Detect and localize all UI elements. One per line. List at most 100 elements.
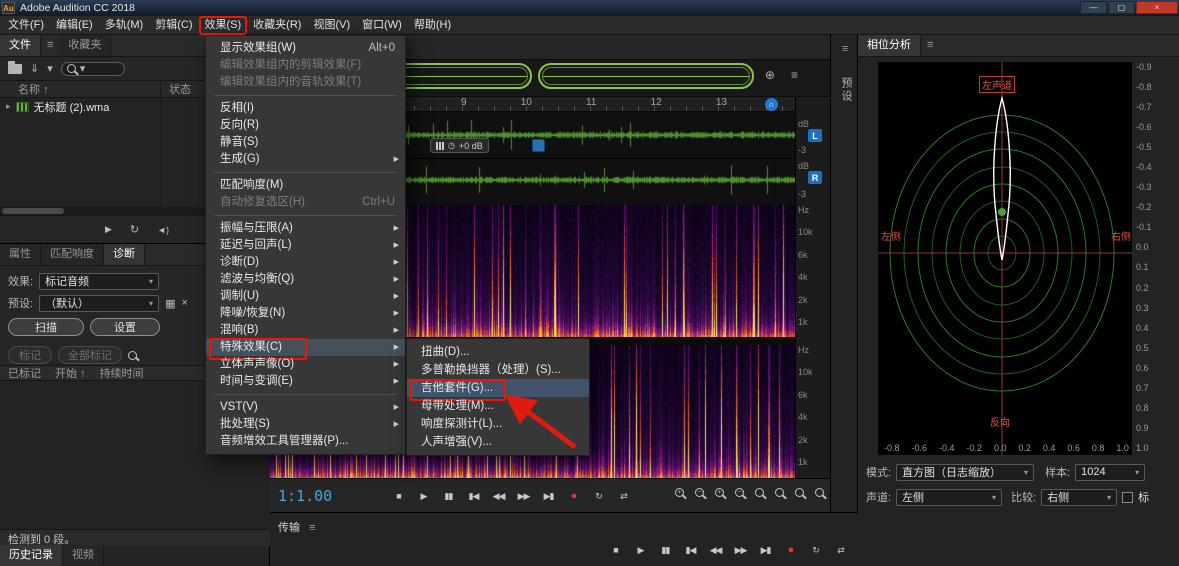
minimize-button[interactable]: — — [1080, 1, 1107, 14]
stop-button[interactable]: ■ — [605, 541, 626, 559]
delete-preset-icon[interactable]: × — [181, 297, 187, 309]
skip-back-button[interactable]: ▮◀ — [463, 487, 484, 505]
submenu-item[interactable]: 响度探测计(L)... — [407, 415, 589, 433]
mark-all-button[interactable]: 全部标记 — [58, 346, 122, 364]
effects-menu-item[interactable]: 自动修复选区(H) Ctrl+U — [206, 194, 405, 211]
effects-menu-item[interactable]: 特殊效果(C) — [206, 339, 405, 356]
stop-button[interactable]: ■ — [388, 487, 409, 505]
effects-menu-item[interactable] — [214, 394, 397, 395]
channel-right-badge[interactable]: R — [808, 171, 822, 184]
effects-menu-item[interactable]: 混响(B) — [206, 322, 405, 339]
presets-collapsed-strip[interactable]: ≡ 预设 — [830, 35, 858, 512]
menubar-item[interactable]: 编辑(E) — [50, 16, 99, 35]
effects-menu-item[interactable] — [214, 95, 397, 96]
effects-menu-item[interactable]: 生成(G) — [206, 151, 405, 168]
menubar-item[interactable]: 帮助(H) — [408, 16, 457, 35]
diagnostics-tab[interactable]: 属性 — [0, 244, 41, 265]
transport-panel-menu-icon[interactable]: ≡ — [303, 522, 321, 534]
pause-button[interactable]: ▮▮ — [438, 487, 459, 505]
menubar-item[interactable]: 文件(F) — [2, 16, 50, 35]
diagnostics-tab[interactable]: 匹配响度 — [41, 244, 104, 265]
zoom-out-time-button[interactable]: − — [695, 488, 704, 497]
effects-menu-item[interactable]: 调制(U) — [206, 288, 405, 305]
column-name[interactable]: 名称 ↑ — [0, 81, 49, 97]
fast-forward-button[interactable]: ▶▶ — [513, 487, 534, 505]
search-input[interactable]: ▾ — [61, 62, 125, 76]
bottom-tab[interactable]: 历史记录 — [0, 545, 63, 566]
effects-menu-item[interactable] — [214, 215, 397, 216]
effects-menu-item[interactable]: 批处理(S) — [206, 416, 405, 433]
menubar-item[interactable]: 剪辑(C) — [149, 16, 198, 35]
loop-playback-button[interactable]: ↻ — [805, 541, 826, 559]
close-button[interactable]: × — [1136, 1, 1178, 14]
channel-left-badge[interactable]: L — [808, 129, 822, 142]
submenu-item[interactable]: 吉他套件(G)... — [407, 379, 589, 397]
effects-menu-item[interactable]: 静音(S) — [206, 134, 405, 151]
skip-selection-button[interactable]: ⇄ — [613, 487, 634, 505]
skip-back-button[interactable]: ▮◀ — [680, 541, 701, 559]
record-button[interactable]: ● — [563, 487, 584, 505]
speaker-icon[interactable]: ◄) — [157, 225, 169, 235]
effects-menu-item[interactable]: 编辑效果组内的剪辑效果(F) — [206, 57, 405, 74]
zoom-selection-button[interactable] — [755, 488, 764, 497]
media-dropdown-icon[interactable]: ▾ — [47, 62, 53, 75]
effects-menu-item[interactable]: 振幅与压限(A) — [206, 220, 405, 237]
import-file-icon[interactable]: ⇓ — [30, 62, 39, 75]
keyframe-icon[interactable] — [532, 139, 545, 152]
channel-select[interactable]: 左侧▾ — [896, 489, 1002, 506]
mark-button[interactable]: 标记 — [8, 346, 52, 364]
submenu-item[interactable]: 人声增强(V)... — [407, 433, 589, 451]
marker-checkbox[interactable] — [1122, 492, 1133, 503]
zoom-out-amplitude-button[interactable]: − — [735, 488, 744, 497]
column-duration[interactable]: 持续时间 — [100, 365, 144, 381]
headphone-icon[interactable]: ∩ — [765, 98, 778, 111]
effects-menu-item[interactable]: VST(V) — [206, 399, 405, 416]
effects-menu-item[interactable]: 显示效果组(W) Alt+0 — [206, 40, 405, 57]
zoom-in-amplitude-button[interactable]: + — [715, 488, 724, 497]
column-start[interactable]: 开始 ↑ — [55, 365, 86, 381]
phase-panel-menu-icon[interactable]: ≡ — [921, 35, 939, 56]
compare-select[interactable]: 右侧▾ — [1041, 489, 1117, 506]
files-panel-menu-icon[interactable]: ≡ — [41, 35, 59, 56]
effects-menu-item[interactable]: 诊断(D) — [206, 254, 405, 271]
rewind-button[interactable]: ◀◀ — [705, 541, 726, 559]
presets-menu-icon[interactable]: ≡ — [836, 39, 854, 60]
zoom-out-point-button[interactable] — [795, 488, 804, 497]
effects-menu-item[interactable]: 时间与变调(E) — [206, 373, 405, 390]
effects-menu-item[interactable]: 匹配响度(M) — [206, 177, 405, 194]
column-status[interactable]: 状态 — [160, 81, 191, 97]
skip-selection-button[interactable]: ⇄ — [830, 541, 851, 559]
loop-playback-button[interactable]: ↻ — [588, 487, 609, 505]
editor-panel-menu-icon[interactable]: ≡ — [791, 68, 798, 82]
auto-scroll-icon[interactable]: ⊕ — [765, 68, 775, 82]
zoom-in-time-button[interactable]: + — [675, 488, 684, 497]
disclosure-icon[interactable]: ▸ — [6, 101, 11, 112]
search-markers-icon[interactable] — [128, 351, 137, 360]
submenu-item[interactable]: 母带处理(M)... — [407, 397, 589, 415]
diagnostics-tab[interactable]: 诊断 — [104, 244, 145, 265]
effect-select[interactable]: 标记音频▾ — [39, 273, 159, 290]
effects-menu-item[interactable]: 反向(R) — [206, 117, 405, 134]
skip-forward-button[interactable]: ▶▮ — [755, 541, 776, 559]
loop-preview-icon[interactable]: ↻ — [130, 223, 139, 236]
tab-favorites[interactable]: 收藏夹 — [59, 35, 111, 56]
play-button[interactable]: ▶ — [413, 487, 434, 505]
maximize-button[interactable]: ▢ — [1108, 1, 1135, 14]
effects-menu-item[interactable]: 延迟与回声(L) — [206, 237, 405, 254]
effects-menu-item[interactable]: 降噪/恢复(N) — [206, 305, 405, 322]
effects-menu-item[interactable]: 滤波与均衡(Q) — [206, 271, 405, 288]
effects-menu-item[interactable] — [214, 172, 397, 173]
fast-forward-button[interactable]: ▶▶ — [730, 541, 751, 559]
effects-menu-item[interactable]: 立体声声像(O) — [206, 356, 405, 373]
tab-files[interactable]: 文件 — [0, 35, 41, 56]
clip-gain-chip[interactable]: ◷ +0 dB — [430, 138, 489, 153]
bottom-tab[interactable]: 视频 — [63, 545, 104, 566]
scan-button[interactable]: 扫描 — [8, 318, 84, 336]
samples-select[interactable]: 1024▾ — [1075, 464, 1145, 481]
play-button[interactable]: ▶ — [630, 541, 651, 559]
record-button[interactable]: ● — [780, 541, 801, 559]
zoom-in-point-button[interactable] — [775, 488, 784, 497]
rewind-button[interactable]: ◀◀ — [488, 487, 509, 505]
menubar-item[interactable]: 多轨(M) — [99, 16, 150, 35]
open-file-icon[interactable] — [8, 64, 22, 74]
